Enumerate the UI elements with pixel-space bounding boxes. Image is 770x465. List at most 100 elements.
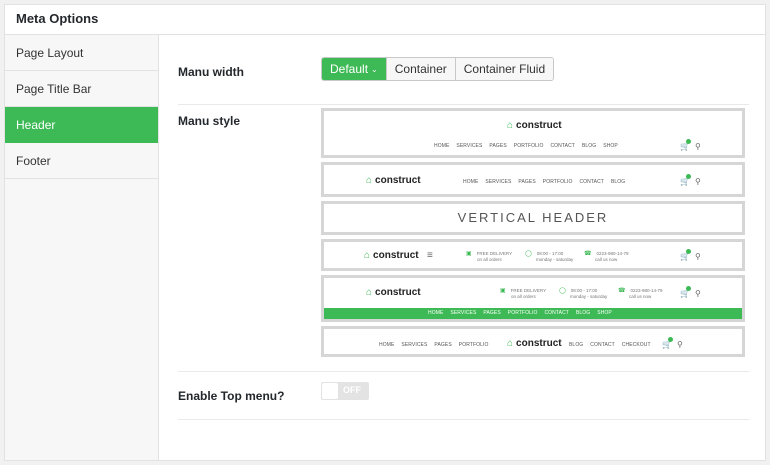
menu-item: PORTFOLIO (458, 342, 489, 348)
header-menu-right: BLOG CONTACT CHECKOUT (569, 342, 658, 348)
chevron-down-icon: ⌄ (371, 65, 378, 74)
header-style-1[interactable]: ⌂ construct HOME SERVICES PAGES PORTFOLIO CON… (321, 108, 745, 158)
header-menu: HOME SERVICES PAGES PORTFOLIO CONTACT BLOG SHO… (428, 310, 619, 316)
menu-item: SERVICES (450, 310, 477, 316)
toggle-state-label: OFF (343, 385, 361, 395)
default-label: Default (330, 62, 369, 76)
info-sub: call us now (595, 257, 618, 262)
menu-width-label: Manu width (178, 65, 244, 79)
menu-width-container-button[interactable]: Container (386, 58, 456, 80)
toggle-knob (322, 383, 338, 399)
info-hours: ◯ 08:00 - 17:00 monday - saturday (559, 288, 607, 299)
info-delivery: ▣ FREE DELIVERY on all orders (500, 288, 546, 299)
menu-item: CONTACT (590, 342, 615, 348)
brand-logo: ⌂ construct (366, 175, 421, 186)
info-title: 08:00 - 17:00 (570, 288, 598, 293)
menu-item: PAGES (489, 143, 507, 149)
top-menu-row: Enable Top menu? OFF (178, 372, 749, 420)
menu-item: PAGES (518, 179, 536, 185)
brand-name: construct (516, 120, 562, 131)
brand-name: construct (375, 287, 421, 298)
home-icon: ⌂ (507, 120, 514, 131)
menu-item: BLOG (610, 179, 626, 185)
info-sub: on all orders (511, 294, 536, 299)
header-style-6[interactable]: HOME SERVICES PAGES PORTFOLIO ⌂ construct BL… (321, 326, 745, 357)
header-menu-left: HOME SERVICES PAGES PORTFOLIO (379, 342, 495, 348)
info-title: 08:00 - 17:00 (536, 251, 564, 256)
sidebar-item-footer[interactable]: Footer (5, 143, 158, 179)
header-menu: HOME SERVICES PAGES PORTFOLIO CONTACT BLOG SHO… (434, 143, 625, 149)
search-icon: ⚲ (695, 252, 701, 261)
cart-badge (668, 337, 673, 342)
menu-item: PORTFOLIO (542, 179, 573, 185)
search-icon: ⚲ (695, 289, 701, 298)
cart-badge (686, 286, 691, 291)
phone-icon: ☎ (618, 288, 626, 294)
menu-item: PAGES (483, 310, 501, 316)
menu-item: HOME (428, 310, 444, 316)
info-title: FREE DELIVERY (510, 288, 547, 293)
header-style-2[interactable]: ⌂ construct HOME SERVICES PAGES PORTFOLIO CON… (321, 162, 745, 197)
truck-icon: ▣ (466, 251, 472, 257)
phone-icon: ☎ (584, 251, 592, 257)
menu-item: CHECKOUT (621, 342, 651, 348)
home-icon: ⌂ (507, 338, 514, 349)
home-icon: ⌂ (366, 287, 373, 298)
menu-item: HOME (463, 179, 479, 185)
menu-width-button-group: Default ⌄ Container Container Fluid (321, 57, 555, 81)
brand-name: construct (373, 250, 419, 261)
menu-item: PAGES (434, 342, 452, 348)
menu-item: HOME (434, 143, 450, 149)
search-icon: ⚲ (677, 340, 683, 349)
info-title: 0223-980-14-79 (630, 288, 663, 293)
menu-item: BLOG (581, 143, 597, 149)
cart-badge (686, 139, 691, 144)
header-menu: HOME SERVICES PAGES PORTFOLIO CONTACT BLOG (463, 179, 632, 185)
green-menu-bar: HOME SERVICES PAGES PORTFOLIO CONTACT BLOG SHO… (324, 308, 742, 319)
truck-icon: ▣ (500, 288, 506, 294)
menu-item: SERVICES (485, 179, 512, 185)
header-style-4[interactable]: ⌂ construct ≡ ▣ FREE DELIVERY on all orders… (321, 239, 745, 271)
top-menu-toggle[interactable]: OFF (321, 382, 369, 400)
top-menu-label: Enable Top menu? (178, 389, 285, 403)
menu-item: CONTACT (544, 310, 569, 316)
search-icon: ⚲ (695, 142, 701, 151)
menu-item: CONTACT (579, 179, 604, 185)
menu-item: PORTFOLIO (513, 143, 544, 149)
sidebar-item-page-layout[interactable]: Page Layout (5, 35, 158, 71)
brand-name: construct (375, 175, 421, 186)
info-delivery: ▣ FREE DELIVERY on all orders (466, 251, 512, 262)
search-icon: ⚲ (695, 177, 701, 186)
menu-style-row: Manu style ⌂ construct HOME SERVICES PAGES P… (178, 105, 749, 372)
cart-badge (686, 249, 691, 254)
info-sub: on all orders (477, 257, 502, 262)
menu-item: BLOG (575, 310, 591, 316)
info-sub: monday - saturday (570, 294, 608, 299)
menu-item: HOME (379, 342, 395, 348)
sidebar: Page Layout Page Title Bar Header Footer (5, 35, 159, 460)
menu-width-default-button[interactable]: Default ⌄ (322, 58, 387, 80)
sidebar-item-header[interactable]: Header (5, 107, 158, 143)
menu-item: BLOG (569, 342, 584, 348)
brand-logo: ⌂ construct (507, 120, 562, 131)
home-icon: ⌂ (366, 175, 373, 186)
sidebar-item-page-title-bar[interactable]: Page Title Bar (5, 71, 158, 107)
clock-icon: ◯ (559, 288, 566, 294)
header-style-vertical[interactable]: VERTICAL HEADER (321, 201, 745, 235)
brand-logo: ⌂ construct (364, 250, 419, 261)
info-title: FREE DELIVERY (476, 251, 513, 256)
menu-width-container-fluid-button[interactable]: Container Fluid (455, 58, 554, 80)
menu-item: SERVICES (456, 143, 483, 149)
brand-logo: ⌂ construct (507, 338, 562, 349)
info-title: 0223-980-14-79 (596, 251, 629, 256)
menu-item: CONTACT (550, 143, 575, 149)
menu-style-label: Manu style (178, 114, 241, 128)
header-style-5[interactable]: ⌂ construct ▣ FREE DELIVERY on all orders ◯… (321, 275, 745, 322)
settings-content: Manu width Default ⌄ Container Container … (160, 35, 765, 460)
cart-badge (686, 174, 691, 179)
brand-logo: ⌂ construct (366, 287, 421, 298)
hamburger-icon: ≡ (427, 250, 433, 261)
panel-title: Meta Options (5, 5, 765, 35)
brand-name: construct (516, 338, 562, 349)
info-phone: ☎ 0223-980-14-79 call us now (584, 251, 629, 262)
